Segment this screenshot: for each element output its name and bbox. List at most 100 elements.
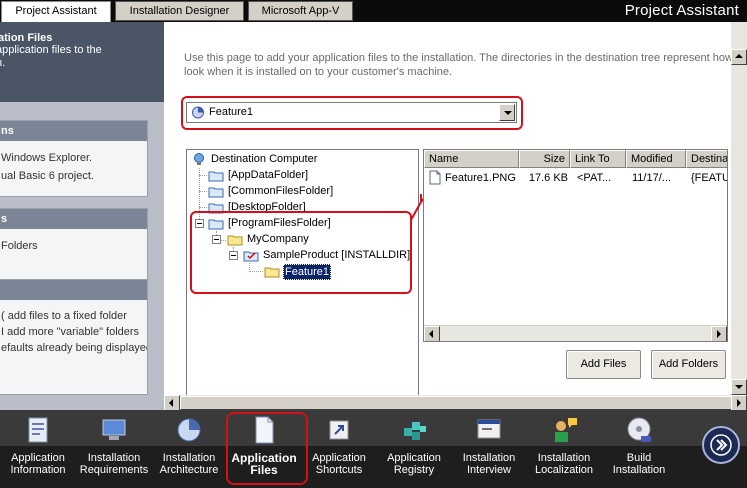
tree-guide-line — [199, 191, 207, 192]
nav-label: Localization — [534, 464, 594, 476]
scroll-down-icon[interactable] — [731, 379, 747, 395]
nav-label: Application — [387, 452, 441, 464]
nav-label: Installation — [162, 452, 216, 464]
next-button[interactable] — [702, 426, 740, 464]
top-tab-bar: Project Assistant Installation Designer … — [0, 0, 747, 22]
installation-requirements-icon — [102, 419, 126, 440]
scroll-up-icon[interactable] — [731, 49, 747, 65]
nav-label: Application — [312, 452, 366, 464]
tree-node-label: Destination Computer — [211, 153, 318, 165]
nav-label: Application — [11, 452, 65, 464]
nav-label: Build — [626, 452, 652, 464]
arrow-right-icon — [710, 434, 732, 456]
scroll-left-icon[interactable] — [164, 395, 180, 411]
add-folders-button[interactable]: Add Folders — [651, 350, 726, 379]
scrollbar-thumb[interactable] — [180, 396, 733, 410]
nav-label: Installation — [87, 452, 141, 464]
installation-architecture-icon — [177, 418, 201, 442]
column-header-modified[interactable]: Modified — [626, 150, 686, 168]
tree-guide-line — [199, 175, 207, 176]
nav-build-installation[interactable]: Build Installation — [601, 410, 677, 488]
installation-localization-icon — [555, 418, 577, 442]
left-help-text: ( add files to a fixed folder — [1, 310, 127, 322]
installation-interview-icon — [477, 419, 501, 439]
left-help-box-1: ns Windows Explorer. ual Basic 6 project… — [0, 120, 148, 197]
application-information-icon — [28, 417, 48, 443]
tree-node-label: [CommonFilesFolder] — [228, 185, 334, 197]
left-help-box-3: ( add files to a fixed folder I add more… — [0, 279, 148, 395]
nav-label: Requirements — [79, 464, 149, 476]
feature-select[interactable]: Feature1 — [186, 102, 517, 123]
left-help-box-3-head — [0, 280, 147, 300]
file-list[interactable]: Name Size Link To Modified Destina Featu… — [423, 149, 728, 342]
left-panel-desc-line: n. — [0, 57, 6, 69]
nav-label: Architecture — [159, 464, 219, 476]
folder-icon — [208, 171, 224, 182]
left-panel-title: ation Files — [0, 32, 53, 44]
feature-icon — [192, 106, 204, 119]
intro-line: Use this page to add your application fi… — [184, 52, 747, 64]
left-help-text: efaults already being displayed — [1, 342, 148, 354]
nav-label: Installation — [537, 452, 591, 464]
computer-icon — [194, 153, 204, 165]
left-help-link[interactable]: Windows Explorer. — [0, 149, 147, 167]
left-panel-header: ation Files application files to the n. — [0, 22, 164, 102]
application-registry-icon — [404, 422, 426, 440]
build-installation-icon — [627, 417, 651, 442]
page-intro: Use this page to add your application fi… — [184, 51, 747, 79]
cell-modified: 11/17/... — [632, 172, 671, 184]
nav-label: Information — [10, 464, 66, 476]
nav-label: Interview — [466, 464, 512, 476]
feature-select-value: Feature1 — [209, 106, 254, 118]
tab-installation-designer[interactable]: Installation Designer — [115, 1, 244, 21]
scroll-right-icon[interactable] — [711, 326, 727, 341]
file-icon — [429, 170, 441, 185]
cell-destination: {FEATU — [691, 172, 728, 184]
nav-application-information[interactable]: Application Information — [0, 410, 76, 488]
nav-label: Shortcuts — [315, 464, 363, 476]
file-list-horizontal-scrollbar[interactable] — [424, 325, 727, 341]
nav-application-shortcuts[interactable]: Application Shortcuts — [301, 410, 377, 488]
nav-installation-localization[interactable]: Installation Localization — [526, 410, 602, 488]
left-panel-description: application files to the n. — [0, 44, 164, 70]
left-help-link[interactable]: ual Basic 6 project. — [0, 167, 147, 185]
tab-project-assistant[interactable]: Project Assistant — [1, 1, 111, 22]
folder-icon — [208, 187, 224, 198]
tab-microsoft-app-v[interactable]: Microsoft App-V — [248, 1, 353, 21]
nav-label: Installation — [612, 464, 666, 476]
column-header-name[interactable]: Name — [424, 150, 519, 168]
app-title: Project Assistant — [624, 2, 739, 19]
column-header-destination[interactable]: Destina — [686, 150, 727, 168]
tree-highlight-box — [190, 211, 412, 294]
nav-highlight-box — [226, 412, 308, 485]
scroll-left-icon[interactable] — [424, 326, 440, 341]
add-files-button[interactable]: Add Files — [566, 350, 641, 379]
left-help-box-2: s Folders — [0, 208, 148, 282]
nav-label: Installation — [462, 452, 516, 464]
nav-application-registry[interactable]: Application Registry — [376, 410, 452, 488]
intro-line: look when it is installed on to your cus… — [184, 66, 453, 78]
nav-installation-architecture[interactable]: Installation Architecture — [151, 410, 227, 488]
page-horizontal-scrollbar[interactable] — [164, 395, 747, 411]
nav-installation-interview[interactable]: Installation Interview — [451, 410, 527, 488]
column-header-link-to[interactable]: Link To — [570, 150, 626, 168]
application-shortcuts-icon — [329, 420, 349, 440]
bottom-navigation: Application Information Installation Req… — [0, 410, 747, 488]
nav-label: Registry — [393, 464, 435, 476]
left-help-text: I add more "variable" folders — [1, 326, 140, 338]
file-list-header: Name Size Link To Modified Destina — [424, 150, 727, 168]
page-vertical-scrollbar[interactable] — [731, 22, 747, 395]
left-panel-desc-line: application files to the — [0, 44, 102, 56]
left-help-box-1-head: ns — [0, 121, 147, 141]
scroll-right-icon[interactable] — [731, 395, 747, 411]
tree-guide-line — [199, 207, 207, 208]
tree-node-label: [AppDataFolder] — [228, 169, 309, 181]
left-help-box-2-head: s — [0, 209, 147, 229]
chevron-down-icon[interactable] — [499, 104, 515, 121]
left-help-link[interactable]: Folders — [0, 237, 147, 255]
cell-size: 17.6 KB — [528, 172, 568, 184]
cell-link-to: <PAT... — [577, 172, 612, 184]
column-header-size[interactable]: Size — [519, 150, 570, 168]
cell-name: Feature1.PNG — [445, 172, 516, 184]
nav-installation-requirements[interactable]: Installation Requirements — [76, 410, 152, 488]
